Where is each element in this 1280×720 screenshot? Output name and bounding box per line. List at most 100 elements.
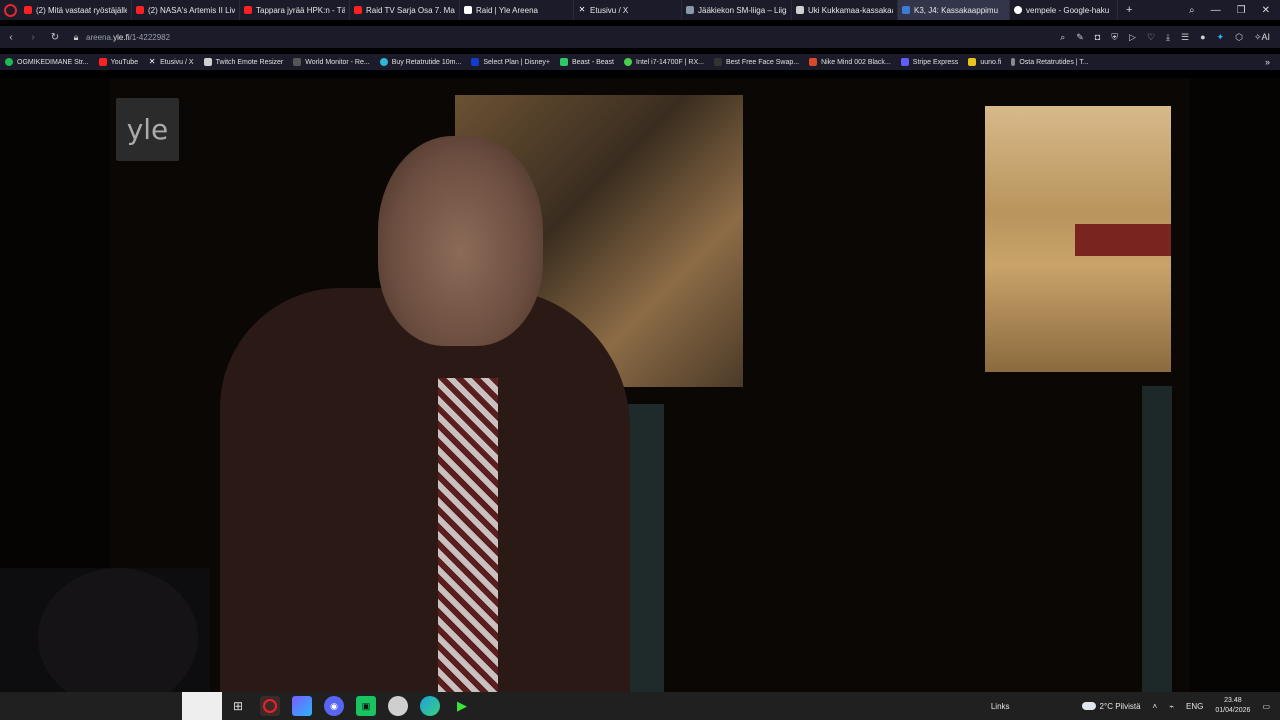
speaker-icon — [902, 6, 910, 14]
taskbar-search-box[interactable] — [182, 692, 222, 720]
clock-time: 23.48 — [1224, 697, 1242, 704]
download-icon[interactable]: ⤓ — [1166, 32, 1170, 43]
discord-icon[interactable]: ◉ — [324, 696, 344, 716]
bookmark-12[interactable]: uuno.fi — [963, 58, 1006, 66]
shield-icon[interactable]: ⛨ — [1111, 32, 1118, 43]
bookmark-label: YouTube — [110, 58, 139, 66]
video-player[interactable] — [0, 78, 1280, 692]
tab-5[interactable]: ✕ Etusivu / X — [574, 0, 682, 20]
store-icon[interactable] — [292, 696, 312, 716]
bookmark-11[interactable]: Stripe Express — [896, 58, 964, 66]
presenter-head — [378, 136, 543, 346]
edge-icon[interactable] — [420, 696, 440, 716]
network-icon[interactable]: ⌁ — [1169, 702, 1174, 711]
bookmark-label: Beast - Beast — [571, 58, 614, 66]
app-icon[interactable]: ▣ — [356, 696, 376, 716]
maximize-button[interactable]: ❐ — [1237, 5, 1246, 16]
taskbar-apps: ⊞ ◉ ▣ ▶ — [228, 692, 472, 720]
play-app-icon[interactable]: ▶ — [452, 696, 472, 716]
presenter-tie — [438, 378, 498, 692]
tab-label: Jääkiekon SM-liiga – Liiga — [698, 5, 787, 15]
bookmark-5[interactable]: Buy Retatrutide 10m... — [375, 58, 467, 66]
bookmark-2[interactable]: ✕ Etusivu / X — [143, 58, 198, 66]
tab-label: (2) Mitä vastaat ryöstäjälle — [36, 5, 127, 15]
bookmark-13[interactable]: Osta Retatrutides | T... — [1006, 58, 1093, 66]
notification-icon[interactable]: ▭ — [1262, 702, 1270, 711]
profile-icon[interactable]: ● — [1200, 32, 1205, 42]
close-button[interactable]: ✕ — [1262, 5, 1270, 16]
tab-0[interactable]: (2) Mitä vastaat ryöstäjälle — [20, 0, 132, 20]
backdrop-photo-right — [985, 106, 1171, 372]
address-bar: ‹ › ↻ 🔒︎ areena.yle.fi/1-4222982 ⌕ ✎ ◘ ⛨… — [0, 26, 1280, 48]
tab-8-active[interactable]: K3, J4: Kassakaappimu — [898, 0, 1010, 20]
bookmark-7[interactable]: Beast - Beast — [555, 58, 619, 66]
doc-icon — [203, 58, 212, 66]
tab-2[interactable]: Tappara jyrää HPK:n - Tä — [240, 0, 350, 20]
beast-icon — [559, 58, 568, 66]
cloud-icon — [1081, 702, 1096, 710]
tab-1[interactable]: (2) NASA's Artemis II Live — [132, 0, 240, 20]
youtube-icon — [244, 6, 252, 14]
task-view-icon[interactable]: ⊞ — [228, 696, 248, 716]
chevron-up-icon[interactable]: ˄ — [1153, 702, 1158, 711]
cube-icon[interactable]: ⬡ — [1235, 32, 1243, 43]
lock-icon[interactable]: 🔒︎ — [66, 32, 86, 43]
language-indicator[interactable]: ENG — [1186, 702, 1203, 711]
tab-3[interactable]: Raid TV Sarja Osa 7. Mara — [350, 0, 460, 20]
clock[interactable]: 23.48 01/04/2026 — [1215, 696, 1250, 716]
bookmark-10[interactable]: Nike Mind 002 Black... — [804, 58, 896, 66]
disney-icon — [471, 58, 480, 66]
bookmark-1[interactable]: YouTube — [94, 58, 144, 66]
bookmark-0[interactable]: OGMIKEDIMANE Str... — [0, 58, 94, 66]
url-prefix: areena. — [86, 32, 114, 42]
menu-icon[interactable]: ☰ — [1181, 32, 1189, 43]
shield-app-icon[interactable] — [388, 696, 408, 716]
weather-widget[interactable]: 2°C Pilvistä — [1081, 702, 1141, 711]
youtube-icon — [354, 6, 362, 14]
search-icon[interactable]: ⌕ — [1060, 32, 1065, 43]
tab-6[interactable]: Jääkiekon SM-liiga – Liiga — [682, 0, 792, 20]
google-icon — [1014, 6, 1022, 14]
tab-label: Etusivu / X — [590, 5, 629, 15]
bookmark-label: Osta Retatrutides | T... — [1019, 58, 1089, 66]
bookmark-label: Intel i7-14700F | RX... — [636, 58, 704, 66]
stripe-icon — [900, 58, 909, 66]
opera-icon[interactable] — [260, 696, 280, 716]
forward-button[interactable]: › — [22, 32, 44, 43]
bookmark-9[interactable]: Best Free Face Swap... — [709, 58, 804, 66]
play-icon[interactable]: ▷ — [1129, 32, 1136, 43]
reload-button[interactable]: ↻ — [44, 32, 66, 43]
globe-icon — [713, 58, 722, 66]
tab-label: (2) NASA's Artemis II Live — [148, 5, 235, 15]
camera-icon[interactable]: ◘ — [1095, 32, 1100, 42]
url-field[interactable]: areena.yle.fi/1-4222982 — [86, 33, 170, 42]
ai-button[interactable]: ✧AI — [1254, 32, 1270, 43]
extension-icon[interactable]: ✦ — [1217, 32, 1225, 43]
edit-icon[interactable]: ✎ — [1076, 32, 1084, 43]
search-tabs-icon[interactable]: ⌕ — [1189, 5, 1195, 16]
back-button[interactable]: ‹ — [0, 32, 22, 43]
links-toolbar[interactable]: Links — [991, 702, 1010, 711]
youtube-icon — [98, 58, 107, 66]
bookmark-6[interactable]: Select Plan | Disney+ — [466, 58, 555, 66]
bookmark-3[interactable]: Twitch Emote Resizer — [199, 58, 289, 66]
heart-icon[interactable]: ♡ — [1147, 32, 1155, 43]
bookmark-label: Stripe Express — [912, 58, 959, 66]
yle-logo: yle — [116, 98, 179, 161]
tab-4[interactable]: Raid | Yle Areena — [460, 0, 574, 20]
bookmark-8[interactable]: Intel i7-14700F | RX... — [619, 58, 709, 66]
bookmark-label: Etusivu / X — [160, 58, 194, 66]
tab-label: vempele - Google-haku — [1026, 5, 1110, 15]
opera-menu-icon[interactable] — [0, 0, 20, 20]
tab-7[interactable]: Uki Kukkamaa-kassakaap — [792, 0, 898, 20]
uuno-icon — [968, 58, 977, 66]
new-tab-button[interactable]: + — [1118, 4, 1140, 16]
minimize-button[interactable]: — — [1211, 5, 1221, 16]
bookmark-4[interactable]: World Monitor - Re... — [288, 58, 374, 66]
bookmark-label: Best Free Face Swap... — [725, 58, 800, 66]
tab-9[interactable]: vempele - Google-haku — [1010, 0, 1118, 20]
bookmark-label: Nike Mind 002 Black... — [821, 58, 891, 66]
spotify-icon — [5, 58, 13, 66]
bookmarks-overflow-button[interactable]: » — [1265, 57, 1280, 67]
tab-label: K3, J4: Kassakaappimu — [914, 5, 999, 15]
